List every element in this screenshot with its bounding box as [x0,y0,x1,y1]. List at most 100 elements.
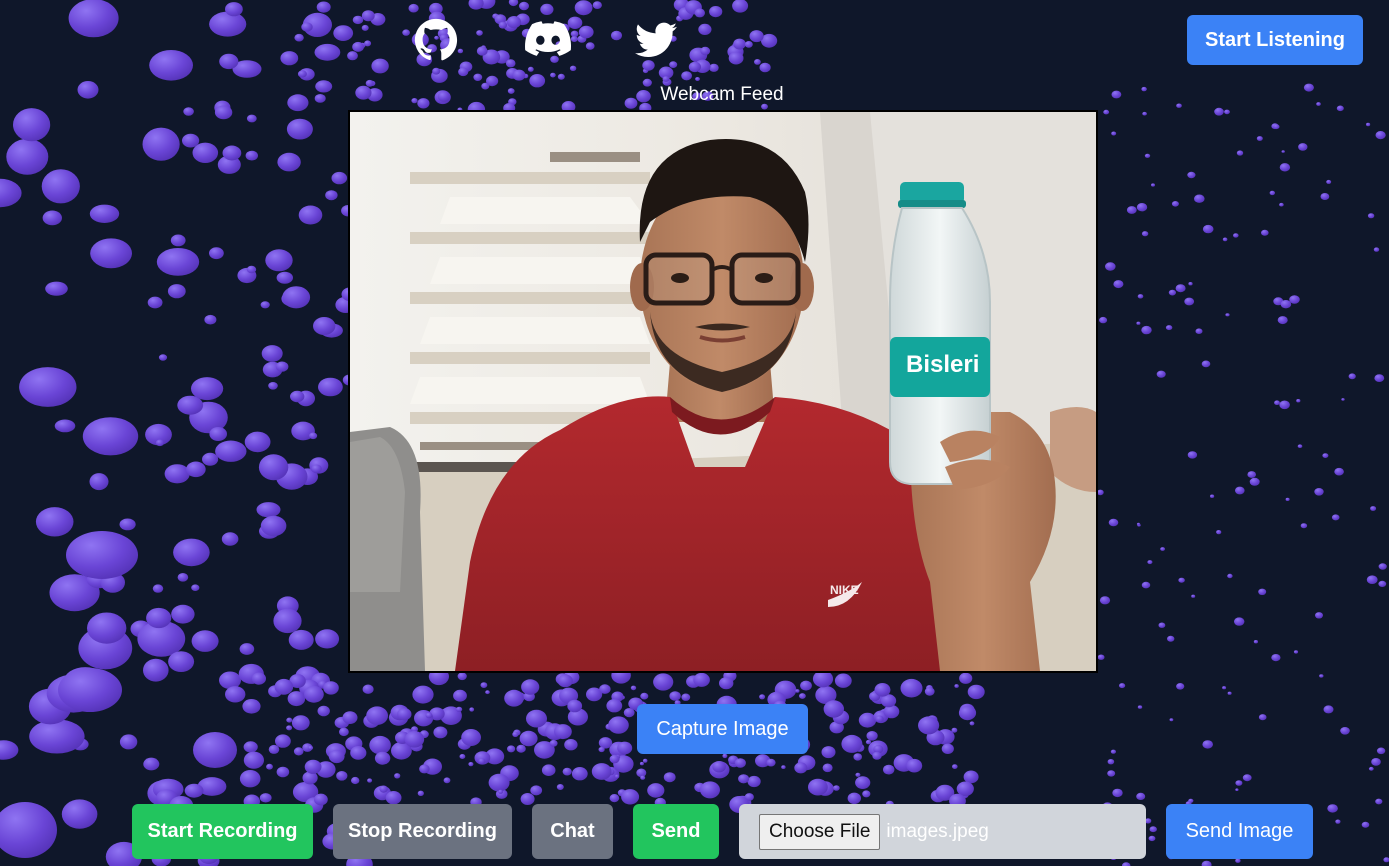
particle [243,751,264,769]
particle [1235,858,1241,863]
particle [954,684,959,688]
particle [1296,399,1301,403]
particle [419,764,430,774]
particle [89,473,109,491]
particle [709,6,723,18]
particle [1375,131,1386,140]
particle [417,98,430,109]
particle [1336,105,1344,112]
particle [808,778,828,796]
capture-image-button[interactable]: Capture Image [637,704,808,754]
particle [794,762,808,774]
particle [19,367,77,407]
choose-file-button[interactable]: Choose File [759,813,881,850]
discord-icon [525,21,571,56]
send-image-button[interactable]: Send Image [1166,804,1313,859]
particle [0,178,22,208]
discord-link[interactable] [525,18,571,62]
start-recording-button[interactable]: Start Recording [132,804,313,859]
particle [468,0,484,10]
particle [800,680,812,691]
particle [336,771,348,781]
particle [952,764,958,769]
particle [1371,758,1381,766]
particle [956,781,974,797]
twitter-icon [635,22,677,57]
particle [1148,835,1156,842]
particle [364,40,372,47]
particle [1202,224,1214,234]
send-button[interactable]: Send [633,804,719,859]
particle [225,686,246,703]
particle [350,746,367,760]
particle [1224,109,1230,115]
file-input[interactable]: Choose File images.jpeg [739,804,1146,859]
stop-recording-button[interactable]: Stop Recording [333,804,512,859]
particle [315,80,333,93]
particle [209,11,247,37]
particle [1214,107,1224,116]
particle [567,699,583,713]
particle [41,169,80,204]
particle [642,758,648,763]
particle [747,775,761,788]
particle [1297,444,1303,449]
particle [301,22,313,32]
particle [1242,774,1252,782]
particle [183,107,194,116]
github-link[interactable] [413,18,459,62]
particle [1366,575,1378,584]
particle [1279,163,1291,172]
start-listening-button[interactable]: Start Listening [1187,15,1363,65]
particle [362,684,374,694]
particle [1289,295,1300,304]
particle [1141,86,1147,92]
particle [883,764,895,775]
particle [647,783,665,798]
particle [182,133,200,148]
particle [507,88,515,94]
particle [1126,206,1137,214]
particle [1187,451,1198,459]
particle [1326,179,1332,184]
particle [351,776,360,785]
webcam-feed: NIKE Bisleri [348,110,1098,673]
particle [695,77,700,81]
particle [1315,612,1323,619]
particle [170,234,186,247]
particle [290,390,305,403]
particle [754,59,761,65]
particle [1279,400,1290,410]
particle [433,726,448,739]
particle [260,301,270,309]
particle [259,793,272,803]
bottle-brand-text: Bisleri [906,351,979,378]
particle [1201,360,1211,368]
particle [969,721,975,726]
particle [308,745,314,751]
particle [564,739,578,751]
particle [459,754,466,759]
app-stage: Start Listening Webcam Feed NIKE Bisleri… [0,0,1389,866]
webcam-feed-label: Webcam Feed [660,84,784,105]
chat-button[interactable]: Chat [532,804,613,859]
particle [293,747,304,756]
particle [1316,102,1321,106]
particle [304,685,324,703]
particle [437,91,451,102]
particle [1370,506,1377,511]
particle [414,710,434,727]
particle [562,767,572,776]
particle [733,38,746,50]
particle [239,643,255,655]
particle [1340,727,1350,735]
particle [719,677,734,690]
particle [521,679,540,695]
particle [530,785,543,796]
twitter-link[interactable] [633,18,679,62]
particle [1112,788,1123,798]
particle [1227,573,1233,579]
particle [42,210,62,226]
particle [1160,547,1165,551]
particle [1279,202,1284,207]
